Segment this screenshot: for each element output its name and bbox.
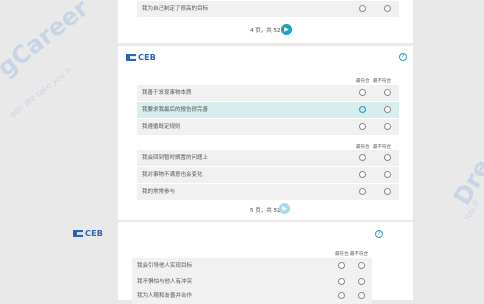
- assessment-page-4: 我为自己制定了很高的目标 4 页，共 52 ▶: [118, 0, 413, 43]
- least-radio[interactable]: [384, 5, 391, 12]
- page-indicator: 5 页，共 52: [250, 208, 281, 214]
- most-radio[interactable]: [338, 278, 345, 285]
- question-text: 我遵循既定规则: [142, 124, 181, 130]
- question-text: 我要求我最后的报告很完善: [142, 107, 209, 113]
- next-page-button[interactable]: ▶: [281, 24, 292, 35]
- question-text: 我会回到暂时搁置的问题上: [142, 155, 209, 161]
- ceb-logo-mark: [73, 230, 83, 237]
- question-text: 我不惧怕与他人有冲突: [137, 279, 193, 285]
- ceb-logo: CEB: [126, 53, 156, 62]
- least-radio[interactable]: [358, 262, 365, 269]
- question-text: 我为自己制定了很高的目标: [142, 6, 209, 12]
- most-radio-selected[interactable]: [359, 106, 366, 113]
- most-radio[interactable]: [359, 5, 366, 12]
- assessment-page-6: CEB ? 最符合 最不符合 我会引导他人实现目标 我不惧怕与他人有冲突 我为人…: [73, 222, 413, 304]
- question-row: 我会回到暂时搁置的问题上: [137, 150, 399, 166]
- question-text: 我对事物不满意也会变化: [142, 172, 203, 178]
- question-row: 我为人随和友善并合作: [132, 288, 372, 304]
- question-row: 我对事物不满意也会变化: [137, 167, 399, 183]
- question-text: 我善于发现事物本质: [142, 90, 192, 96]
- col-least: 最不符合: [373, 79, 391, 84]
- help-icon[interactable]: ?: [375, 230, 383, 238]
- most-radio[interactable]: [359, 89, 366, 96]
- col-least: 最不符合: [350, 252, 368, 257]
- question-row: 我为自己制定了很高的目标: [137, 1, 399, 17]
- question-row: 我遵循既定规则: [137, 119, 399, 135]
- col-most: 最符合: [335, 252, 349, 257]
- most-radio[interactable]: [359, 123, 366, 130]
- question-row: 我善于发现事物本质: [137, 85, 399, 101]
- most-radio[interactable]: [359, 154, 366, 161]
- question-row: 我会引导他人实现目标: [132, 258, 372, 274]
- most-radio[interactable]: [338, 262, 345, 269]
- least-radio[interactable]: [384, 123, 391, 130]
- ceb-logo: CEB: [73, 229, 103, 238]
- page-indicator: 4 页，共 52: [250, 28, 281, 34]
- ceb-logo-mark: [126, 54, 136, 61]
- least-radio[interactable]: [384, 89, 391, 96]
- help-icon[interactable]: ?: [399, 53, 407, 61]
- most-radio[interactable]: [359, 188, 366, 195]
- least-radio[interactable]: [384, 106, 391, 113]
- least-radio[interactable]: [384, 154, 391, 161]
- most-radio[interactable]: [338, 292, 345, 299]
- least-radio[interactable]: [384, 188, 391, 195]
- least-radio[interactable]: [358, 278, 365, 285]
- most-radio[interactable]: [359, 171, 366, 178]
- next-page-button[interactable]: ▶: [279, 203, 290, 214]
- question-row: 我的常常参与: [137, 184, 399, 200]
- ceb-logo-text: CEB: [138, 53, 157, 62]
- question-text: 我的常常参与: [142, 189, 176, 195]
- assessment-page-5: CEB ? 最符合 最不符合 我善于发现事物本质 我要求我最后的报告很完善 我遵…: [118, 46, 413, 220]
- least-radio[interactable]: [358, 292, 365, 299]
- question-text: 我会引导他人实现目标: [137, 263, 193, 269]
- ceb-logo-text: CEB: [85, 229, 104, 238]
- watermark-left: gCareer: [0, 0, 94, 83]
- least-radio[interactable]: [384, 171, 391, 178]
- question-text: 我为人随和友善并合作: [137, 293, 193, 299]
- question-row-selected: 我要求我最后的报告很完善: [137, 102, 399, 118]
- col-most: 最符合: [356, 79, 370, 84]
